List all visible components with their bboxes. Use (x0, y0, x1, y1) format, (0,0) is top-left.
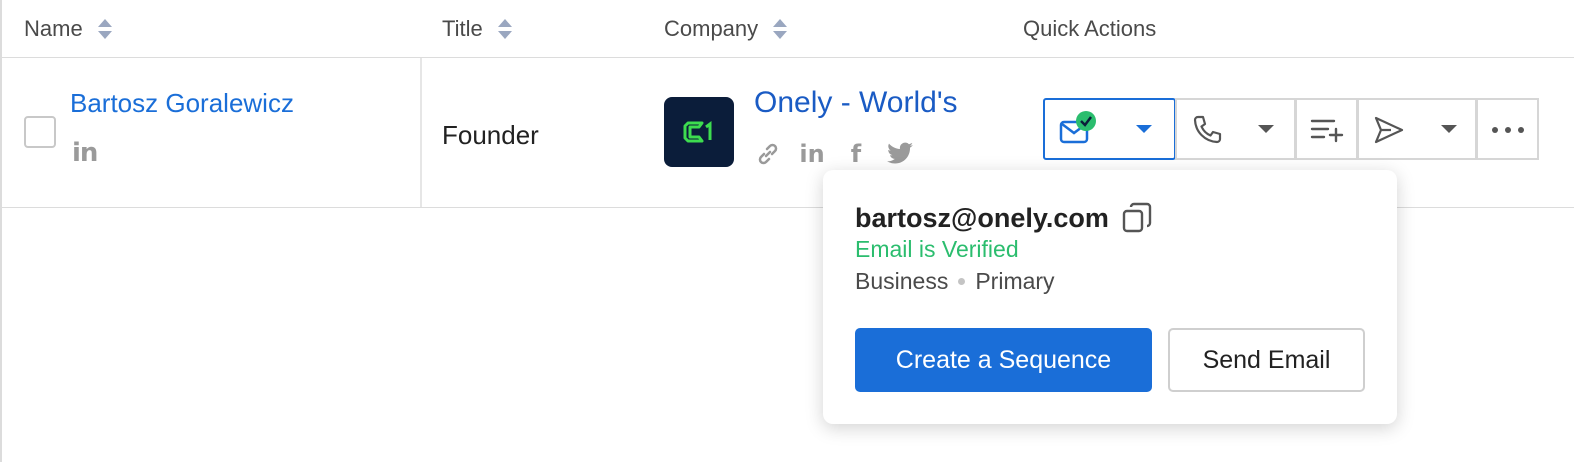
column-label-name: Name (24, 16, 83, 41)
email-dropdown-caret-icon[interactable] (1136, 125, 1152, 133)
link-icon[interactable] (754, 140, 782, 168)
send-dropdown-caret-icon[interactable] (1441, 125, 1457, 133)
phone-icon (1193, 115, 1222, 144)
row-checkbox[interactable] (24, 116, 56, 148)
more-icon (1492, 127, 1524, 133)
call-dropdown-caret-icon[interactable] (1258, 125, 1274, 133)
title-cell: Founder (442, 120, 539, 150)
verified-email-icon (1059, 111, 1096, 144)
twitter-icon[interactable] (886, 140, 914, 168)
create-sequence-button[interactable]: Create a Sequence (855, 328, 1152, 392)
person-name-link[interactable]: Bartosz Goralewicz (70, 88, 294, 119)
table-header: Name Title Company Quick Actions (2, 0, 1574, 58)
contacts-table: Name Title Company Quick Actions Bartosz… (0, 0, 1574, 462)
company-logo-mark (683, 121, 712, 143)
column-header-quick-actions: Quick Actions (1023, 0, 1156, 58)
sort-icon[interactable] (97, 17, 113, 41)
separator-dot (958, 278, 966, 285)
column-header-title[interactable]: Title (442, 0, 513, 58)
copy-icon[interactable] (1121, 202, 1153, 234)
email-address: bartosz@onely.com (855, 202, 1109, 233)
company-name-link[interactable]: Onely - World's (754, 86, 958, 120)
sort-icon[interactable] (772, 17, 788, 41)
facebook-icon[interactable]: f (842, 140, 870, 168)
add-to-list-icon (1310, 119, 1344, 143)
column-label-title: Title (442, 16, 483, 41)
send-action-button[interactable] (1357, 98, 1477, 160)
column-header-company[interactable]: Company (664, 0, 788, 58)
column-header-name[interactable]: Name (24, 0, 113, 58)
email-verified-status: Email is Verified (855, 236, 1019, 262)
email-action-button[interactable] (1043, 98, 1176, 160)
person-linkedin-icon[interactable]: in (72, 138, 98, 168)
column-label-company: Company (664, 16, 759, 41)
send-email-button[interactable]: Send Email (1168, 328, 1365, 392)
call-action-button[interactable] (1175, 98, 1296, 160)
email-meta: Business Primary (855, 268, 1055, 295)
name-cell: Bartosz Goralewicz in (2, 58, 422, 207)
company-logo (664, 97, 734, 167)
email-address-row: bartosz@onely.com (855, 202, 1153, 234)
send-icon (1374, 116, 1404, 144)
email-priority: Primary (975, 268, 1055, 294)
company-social-links: in f (754, 140, 914, 168)
sort-icon[interactable] (497, 17, 513, 41)
more-actions-button[interactable] (1476, 98, 1539, 160)
company-linkedin-icon[interactable]: in (798, 140, 826, 168)
email-popover: bartosz@onely.com Email is Verified Busi… (823, 170, 1397, 424)
column-label-quick-actions: Quick Actions (1023, 16, 1157, 41)
add-to-sequence-button[interactable] (1295, 98, 1358, 160)
email-type: Business (855, 268, 949, 294)
